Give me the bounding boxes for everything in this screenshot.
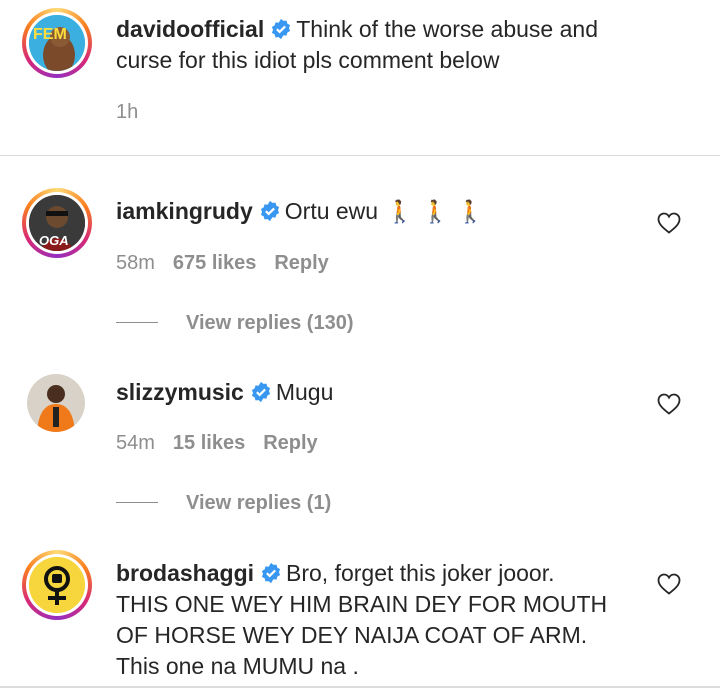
comment-likes[interactable]: 675 likes — [173, 252, 256, 274]
comment-text-line1: Bro, forget this joker jooor. — [286, 560, 555, 586]
view-replies-button[interactable]: View replies (130) — [116, 312, 354, 335]
view-replies-label: View replies (1) — [186, 492, 332, 514]
comment-text-line2: THIS ONE WEY HIM BRAIN DEY FOR MOUTH — [116, 591, 608, 617]
comment-avatar-iamkingrudy[interactable]: OGA — [22, 188, 92, 258]
verified-badge-icon — [251, 381, 270, 403]
like-heart-icon[interactable] — [657, 212, 681, 234]
like-heart-icon[interactable] — [657, 393, 681, 415]
comment-username[interactable]: slizzymusic — [116, 379, 244, 405]
comment-avatar-brodashaggi[interactable] — [22, 550, 92, 620]
replies-divider-line — [116, 502, 158, 503]
comment-meta: 54m 15 likes Reply — [116, 432, 318, 455]
comment-username[interactable]: brodashaggi — [116, 560, 254, 586]
comment-likes[interactable]: 15 likes — [173, 432, 245, 454]
caption-text-line2: curse for this idiot pls comment below — [116, 47, 500, 73]
verified-badge-icon — [261, 562, 281, 584]
view-replies-label: View replies (130) — [186, 312, 354, 334]
walking-person-emoji: 🚶🚶🚶 — [386, 199, 493, 224]
view-replies-button[interactable]: View replies (1) — [116, 492, 331, 515]
post-caption: davidoofficial Think of the worse abuse a… — [116, 14, 598, 76]
comment-text: Mugu — [275, 379, 334, 405]
comment-avatar-slizzymusic[interactable] — [27, 374, 85, 432]
comment-username[interactable]: iamkingrudy — [116, 198, 253, 224]
comment-time: 54m — [116, 432, 155, 454]
post-author-username[interactable]: davidoofficial — [116, 16, 264, 42]
caption-text-line1: Think of the worse abuse and — [296, 16, 598, 42]
avatar-logo-text: FEM — [33, 26, 67, 43]
comment-text-line3: OF HORSE WEY DEY NAIJA COAT OF ARM. — [116, 622, 588, 648]
like-heart-icon[interactable] — [657, 573, 681, 595]
post-caption-section: FEM davidoofficial Think of the worse abu… — [0, 0, 720, 156]
comment-body: iamkingrudy Ortu ewu 🚶🚶🚶 — [116, 196, 492, 227]
comment-time: 58m — [116, 252, 155, 274]
verified-badge-icon — [272, 18, 291, 40]
comment-text: Ortu ewu — [284, 198, 379, 224]
comment-body: slizzymusic Mugu — [116, 377, 333, 408]
reply-button[interactable]: Reply — [263, 432, 317, 454]
post-author-avatar[interactable]: FEM — [22, 8, 92, 78]
verified-badge-icon — [260, 200, 279, 222]
avatar-logo-text: OGA — [39, 233, 69, 248]
comment-meta: 58m 675 likes Reply — [116, 252, 329, 275]
comment-body: brodashaggi Bro, forget this joker jooor.… — [116, 558, 607, 682]
reply-button[interactable]: Reply — [274, 252, 328, 274]
post-time: 1h — [116, 101, 139, 123]
replies-divider-line — [116, 322, 158, 323]
comment-text-line4: This one na MUMU na . — [116, 653, 359, 679]
